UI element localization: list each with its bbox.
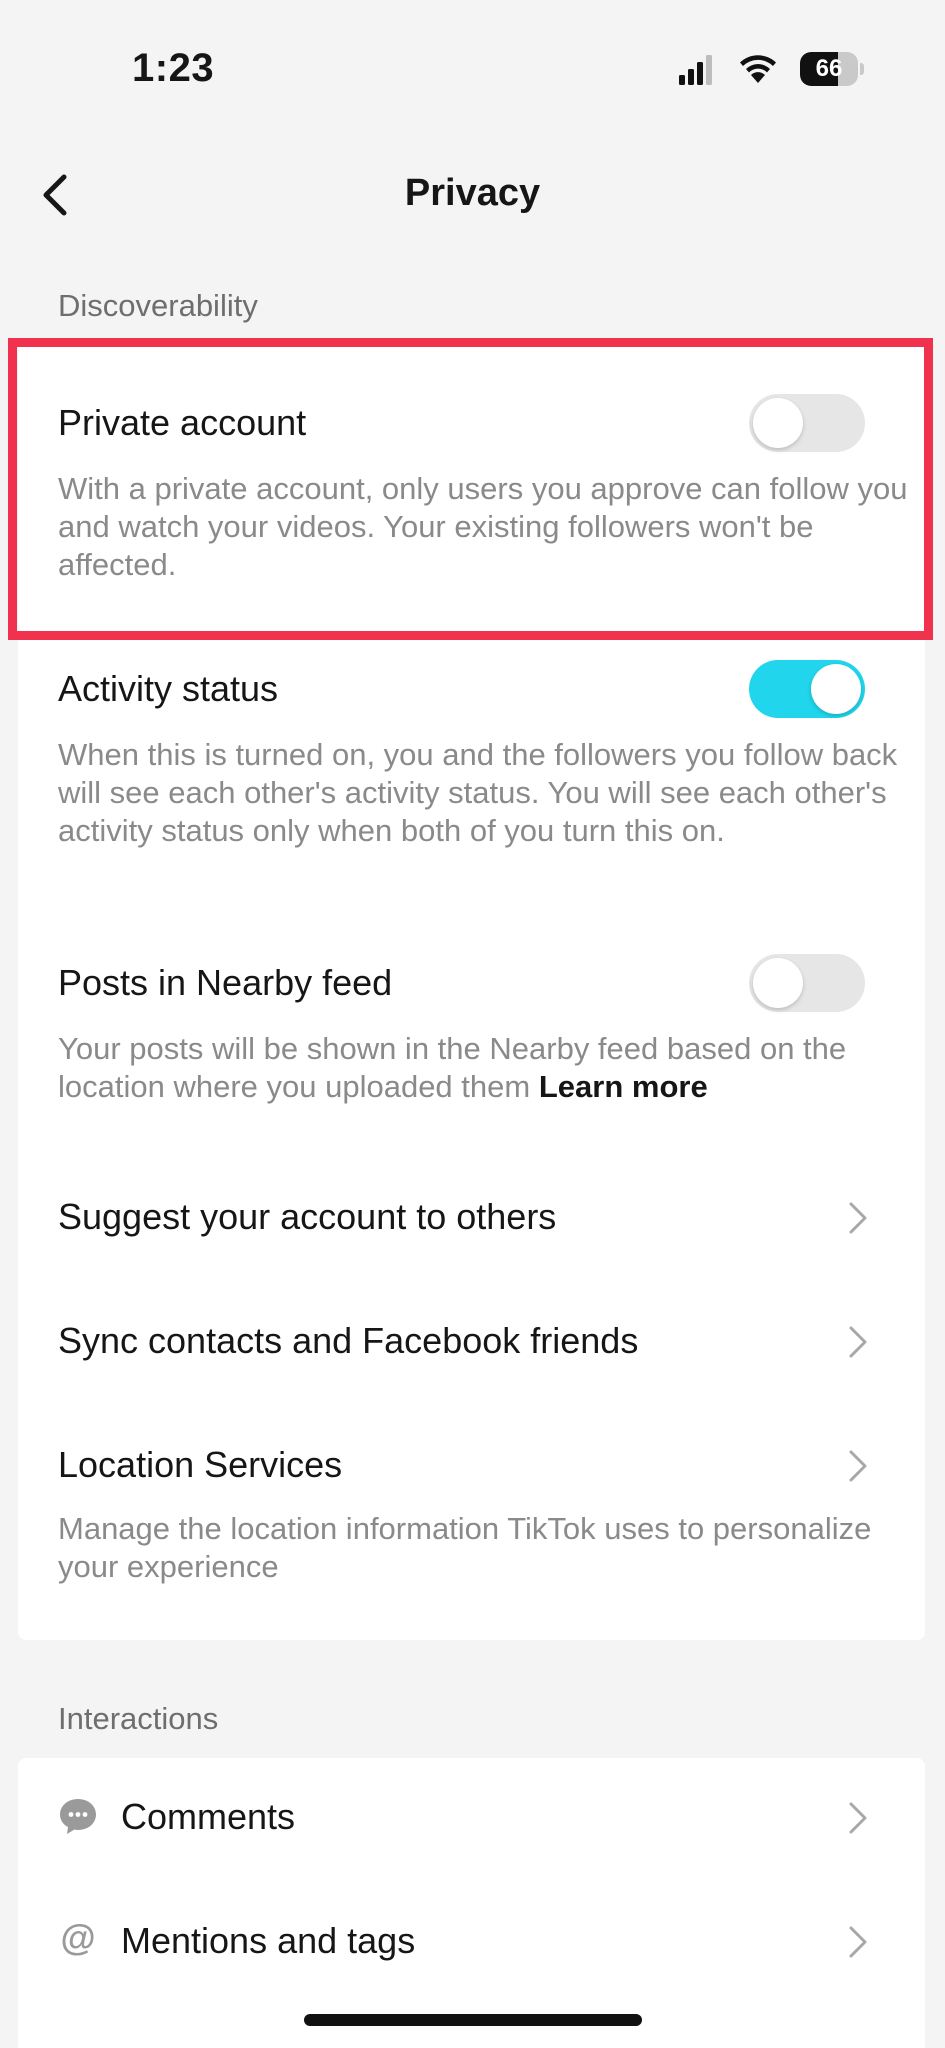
chevron-right-icon xyxy=(849,1802,867,1834)
sync-contacts-row[interactable]: Sync contacts and Facebook friends xyxy=(18,1298,925,1386)
status-time: 1:23 xyxy=(132,46,215,90)
comments-row[interactable]: Comments xyxy=(18,1758,925,1878)
chevron-right-icon xyxy=(849,1202,867,1234)
chevron-right-icon xyxy=(849,1450,867,1482)
private-account-title: Private account xyxy=(58,402,307,443)
location-services-title: Location Services xyxy=(58,1444,343,1485)
nearby-feed-row[interactable]: Posts in Nearby feed Your posts will be … xyxy=(18,940,925,1130)
private-account-description: With a private account, only users you a… xyxy=(58,471,908,582)
cellular-signal-icon xyxy=(679,55,712,85)
learn-more-link[interactable]: Learn more xyxy=(539,1069,708,1104)
nav-bar: Privacy xyxy=(0,150,945,240)
home-indicator xyxy=(304,2014,642,2026)
section-header-interactions: Interactions xyxy=(58,1701,219,1736)
mentions-title: Mentions and tags xyxy=(121,1920,416,1961)
chevron-right-icon xyxy=(849,1926,867,1958)
location-services-description: Manage the location information TikTok u… xyxy=(58,1511,872,1584)
battery-indicator: 66 xyxy=(800,52,864,86)
at-sign-icon: @ xyxy=(60,1917,96,1958)
suggest-account-row[interactable]: Suggest your account to others xyxy=(18,1174,925,1262)
mentions-row[interactable]: @ Mentions and tags xyxy=(18,1882,925,2002)
comment-bubble-icon xyxy=(60,1799,96,1834)
battery-level: 66 xyxy=(815,55,843,82)
private-account-row[interactable]: Private account With a private account, … xyxy=(18,338,925,640)
discoverability-card: Private account With a private account, … xyxy=(18,338,925,1640)
sync-contacts-title: Sync contacts and Facebook friends xyxy=(58,1320,639,1361)
page-title: Privacy xyxy=(404,172,541,214)
private-account-toggle[interactable] xyxy=(749,394,865,452)
wifi-icon xyxy=(740,55,776,83)
nearby-feed-toggle[interactable] xyxy=(749,954,865,1012)
status-bar: 1:23 66 xyxy=(0,0,945,120)
activity-status-title: Activity status xyxy=(58,668,279,709)
chevron-right-icon xyxy=(849,1326,867,1358)
activity-status-description: When this is turned on, you and the foll… xyxy=(58,737,898,848)
nearby-feed-description: Your posts will be shown in the Nearby f… xyxy=(58,1031,847,1104)
suggest-account-title: Suggest your account to others xyxy=(58,1196,557,1237)
comments-title: Comments xyxy=(121,1796,296,1837)
activity-status-toggle[interactable] xyxy=(749,660,865,718)
activity-status-row[interactable]: Activity status When this is turned on, … xyxy=(18,640,925,940)
interactions-card: Comments @ Mentions and tags xyxy=(18,1758,925,2048)
nearby-feed-title: Posts in Nearby feed xyxy=(58,962,393,1003)
section-header-discoverability: Discoverability xyxy=(58,288,258,323)
location-services-row[interactable]: Location Services Manage the location in… xyxy=(18,1422,925,1622)
